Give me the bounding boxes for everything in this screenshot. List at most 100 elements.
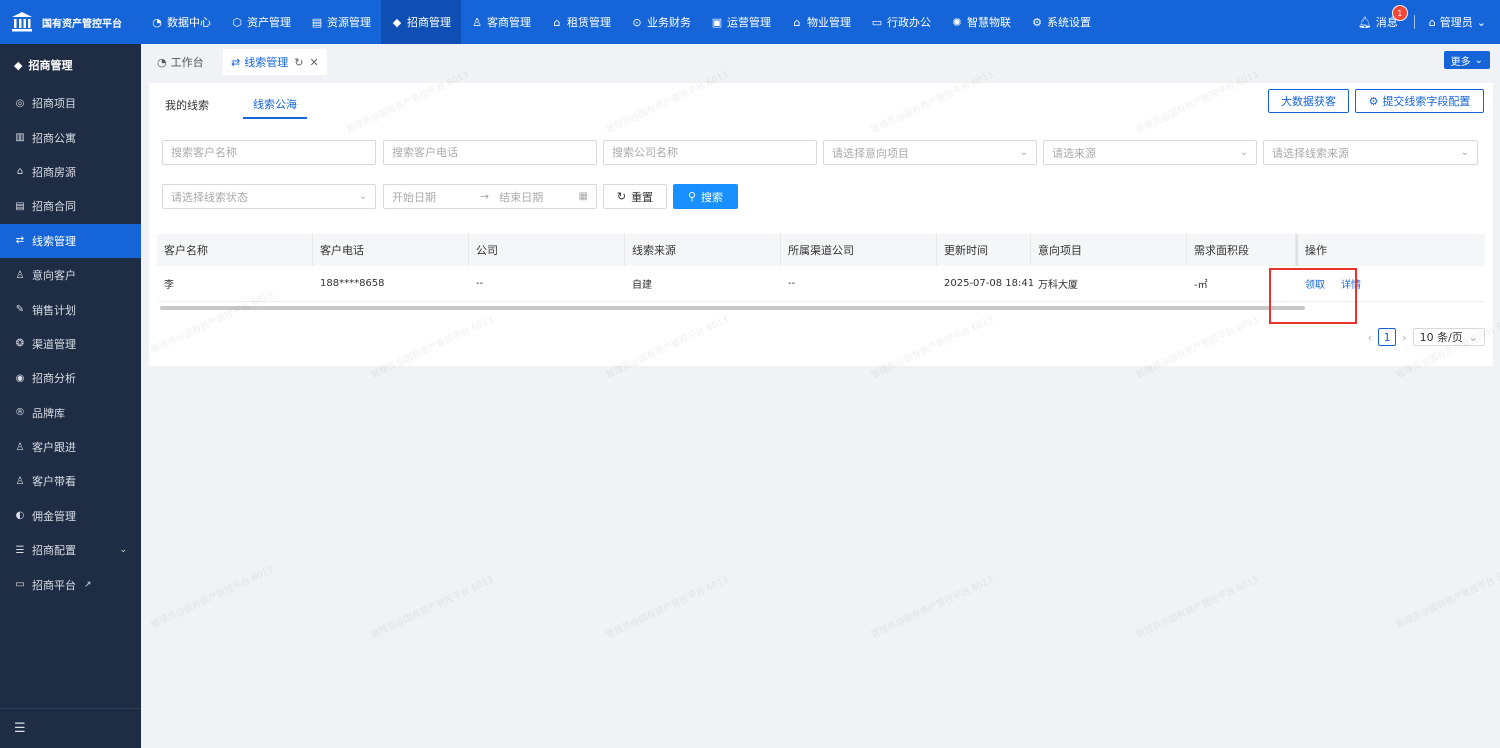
commission-icon: ◐ (15, 510, 25, 522)
cell-customer-phone: 188****8658 (320, 278, 385, 289)
tab-workbench[interactable]: ◔ 工作台 (149, 49, 212, 75)
clue-icon: ⇄ (231, 55, 241, 69)
chevron-down-icon: ⌄ (1468, 330, 1478, 344)
chevron-down-icon: ⌄ (1476, 15, 1486, 29)
watermark: 管理员@国有资产管控平台 6013 (869, 575, 996, 641)
tab-clue-management[interactable]: ⇄ 线索管理 ↻ ✕ (223, 49, 327, 75)
subtab-my-clues[interactable]: 我的线索 (165, 91, 209, 119)
sidebar-item-channels[interactable]: ❂ 渠道管理 (0, 327, 141, 361)
clue-status-select[interactable]: 请选择线索状态 ⌄ (162, 184, 376, 209)
chart-icon: ▣ (711, 15, 723, 29)
nav-asset[interactable]: ⬡ 资产管理 (221, 0, 301, 44)
sidebar-item-apartments[interactable]: ▥ 招商公寓 (0, 120, 141, 154)
watermark: 管理员@国有资产管控平台 6013 (1134, 575, 1261, 641)
chevron-down-icon: ⌄ (1460, 147, 1469, 158)
nav-lease[interactable]: ⌂ 租赁管理 (541, 0, 621, 44)
sidebar-item-houses[interactable]: ⌂ 招商房源 (0, 155, 141, 189)
reset-icon: ↻ (616, 190, 627, 203)
source-select[interactable]: 请选来源 ⌄ (1043, 140, 1257, 165)
bell-icon: 🔔︎ (1357, 15, 1372, 29)
home-icon: ⌂ (553, 15, 561, 29)
watermark: 管理员@国有资产管控平台 6013 (1394, 565, 1500, 631)
date-range-picker[interactable]: 开始日期 → 结束日期 ▦ (383, 184, 597, 209)
building-icon: ▥ (15, 132, 25, 144)
calendar-icon: ▦ (578, 191, 588, 202)
reset-button[interactable]: ↻ 重置 (603, 184, 667, 209)
col-operations: 操作 (1296, 234, 1485, 266)
gear-icon: ⚙ (1032, 15, 1042, 29)
sidebar-item-contracts[interactable]: ▤ 招商合同 (0, 189, 141, 223)
sidebar-item-analysis[interactable]: ◉ 招商分析 (0, 361, 141, 395)
page-number[interactable]: 1 (1378, 328, 1397, 346)
project-select[interactable]: 请选择意向项目 ⌄ (823, 140, 1037, 165)
search-button[interactable]: ⚲ 搜索 (673, 184, 738, 209)
watermark: 管理员@国有资产管控平台 6013 (369, 575, 496, 641)
next-page-icon[interactable]: › (1402, 331, 1406, 344)
end-date-field[interactable]: 结束日期 (499, 189, 543, 205)
nav-data-center[interactable]: ◔ 数据中心 (141, 0, 221, 44)
nav-iot[interactable]: ✺ 智慧物联 (941, 0, 1021, 44)
bigdata-acquire-button[interactable]: 大数据获客 (1268, 89, 1349, 113)
sidebar-item-config[interactable]: ☰ 招商配置 ⌄ (0, 533, 141, 567)
user-icon: ♙ (15, 269, 25, 281)
collapse-sidebar-button[interactable]: ☰ (0, 708, 141, 748)
sidebar-item-sales-plan[interactable]: ✎ 销售计划 (0, 292, 141, 326)
registered-icon: ® (15, 407, 25, 419)
user-menu[interactable]: ⌂ 管理员 ⌄ (1429, 14, 1486, 30)
table-header: 客户名称 客户电话 公司 线索来源 所属渠道公司 更新时间 意向项目 需求面积段… (157, 234, 1485, 266)
app-title: 国有资产管控平台 (42, 18, 122, 30)
nav-settings[interactable]: ⚙ 系统设置 (1021, 0, 1101, 44)
sidebar-item-follow-up[interactable]: ♙ 客户跟进 (0, 430, 141, 464)
refresh-icon[interactable]: ↻ (294, 56, 303, 69)
sidebar-item-brands[interactable]: ® 品牌库 (0, 396, 141, 430)
company-name-field[interactable] (603, 140, 817, 165)
page-size-select[interactable]: 10 条/页 ⌄ (1412, 328, 1485, 346)
messages-button[interactable]: 🔔︎ 消息 1 (1357, 5, 1408, 30)
nav-operation[interactable]: ▣ 运营管理 (701, 0, 781, 44)
sidebar-item-clues[interactable]: ⇄ 线索管理 (0, 223, 141, 258)
cell-company: -- (476, 278, 484, 289)
subtab-clue-pool[interactable]: 线索公海 (243, 91, 307, 119)
nav-admin-office[interactable]: ▭ 行政办公 (861, 0, 941, 44)
company-name-input[interactable] (612, 146, 816, 159)
sidebar-item-intended-customers[interactable]: ♙ 意向客户 (0, 258, 141, 292)
close-icon[interactable]: ✕ (309, 56, 318, 69)
nav-investment[interactable]: ◆ 招商管理 (381, 0, 461, 44)
more-tabs-button[interactable]: 更多 ⌄ (1443, 51, 1490, 69)
watermark: 管理员@国有资产管控平台 6013 (149, 565, 276, 631)
start-date-field[interactable]: 开始日期 (392, 189, 436, 205)
customer-phone-field[interactable] (383, 140, 597, 165)
cell-customer-name: 李 (164, 280, 174, 291)
customer-name-input[interactable] (171, 146, 375, 159)
col-clue-source: 线索来源 (625, 234, 781, 266)
prev-page-icon[interactable]: ‹ (1368, 331, 1372, 344)
horizontal-scrollbar[interactable] (160, 306, 1305, 310)
cell-project: 万科大厦 (1038, 280, 1078, 291)
sidebar-item-projects[interactable]: ◎ 招商项目 (0, 86, 141, 120)
analysis-icon: ◉ (15, 372, 25, 384)
watermark: 管理员@国有资产管控平台 6013 (604, 575, 731, 641)
project-icon: ◎ (15, 97, 25, 109)
document-icon: ▤ (15, 200, 25, 212)
chevron-down-icon: ⌄ (358, 191, 367, 202)
nav-finance[interactable]: ⊙ 业务财务 (621, 0, 701, 44)
sub-tabs: 我的线索 线索公海 (165, 91, 351, 119)
clue-source-select[interactable]: 请选择线索来源 ⌄ (1263, 140, 1478, 165)
house-icon: ⌂ (793, 15, 801, 29)
customer-phone-input[interactable] (392, 146, 596, 159)
clue-icon: ⇄ (15, 235, 25, 247)
arrow-right-icon: → (480, 190, 490, 203)
top-nav: ◔ 数据中心 ⬡ 资产管理 ▤ 资源管理 ◆ 招商管理 ♙ 客商管理 ⌂ 租赁管理 ⊙ 业务财… (141, 0, 1101, 44)
chevron-down-icon: ⌄ (1474, 54, 1483, 66)
nav-property[interactable]: ⌂ 物业管理 (781, 0, 861, 44)
nav-merchant[interactable]: ♙ 客商管理 (461, 0, 541, 44)
brand[interactable]: 国有资产管控平台 (0, 0, 141, 44)
chevron-down-icon: ⌄ (119, 545, 127, 556)
field-config-button[interactable]: ⚙ 提交线索字段配置 (1355, 89, 1484, 113)
follow-icon: ♙ (15, 441, 25, 453)
sidebar-item-viewings[interactable]: ♙ 客户带看 (0, 464, 141, 498)
customer-name-field[interactable] (162, 140, 376, 165)
nav-resource[interactable]: ▤ 资源管理 (301, 0, 381, 44)
sidebar-item-platform[interactable]: ▭ 招商平台 ↗ (0, 567, 141, 601)
sidebar-item-commission[interactable]: ◐ 佣金管理 (0, 499, 141, 533)
